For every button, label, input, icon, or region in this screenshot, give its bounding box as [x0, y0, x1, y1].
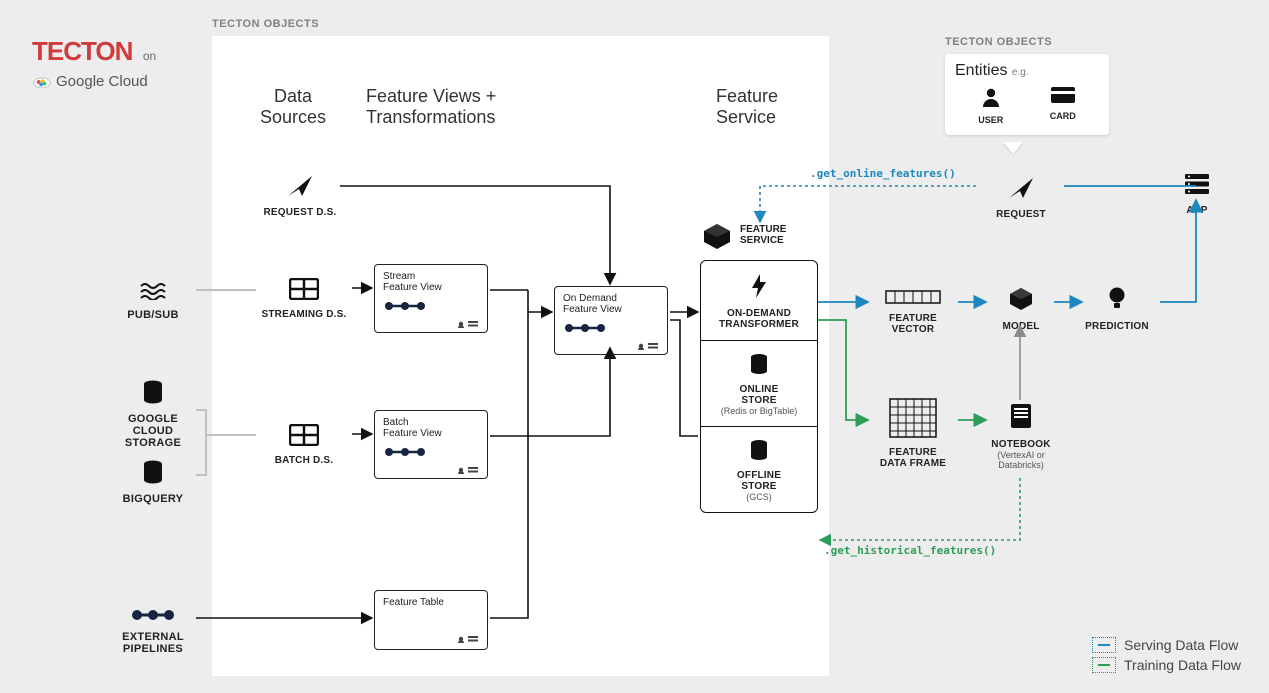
svc-online-store: ONLINE STORE (Redis or BigTable): [701, 341, 817, 427]
ext-pubsub: PUB/SUB: [110, 280, 196, 321]
entities-box: Entities e.g. USER CARD: [945, 54, 1109, 135]
model: MODEL: [976, 286, 1066, 332]
col-data-sources: Data Sources: [248, 86, 338, 128]
entity-user: USER: [978, 86, 1003, 125]
svc-ondemand-transformer: ON-DEMAND TRANSFORMER: [701, 261, 817, 341]
feature-service-box: ON-DEMAND TRANSFORMER ONLINE STORE (Redi…: [700, 260, 818, 513]
app: APP: [1170, 172, 1224, 216]
tecton-objects-label-right: TECTON OBJECTS: [945, 36, 1052, 48]
tecton-logo: TECTON: [32, 36, 132, 67]
svc-offline-store: OFFLINE STORE (GCS): [701, 427, 817, 512]
ext-bigquery: BIGQUERY: [110, 460, 196, 505]
col-feature-views: Feature Views + Transformations: [366, 86, 526, 128]
ds-batch: BATCH D.S.: [256, 424, 352, 466]
request-right: REQUEST: [976, 176, 1066, 220]
legend: Serving Data Flow Training Data Flow: [1092, 633, 1241, 673]
feature-data-frame: FEATURE DATA FRAME: [868, 398, 958, 469]
fv-ondemand: On Demand Feature View: [554, 286, 668, 355]
brand-block: TECTON on Google Cloud: [32, 36, 156, 90]
feature-service-marker: FEATURE SERVICE: [700, 222, 816, 246]
fv-feature-table: Feature Table: [374, 590, 488, 650]
legend-serving: Serving Data Flow: [1092, 637, 1241, 653]
google-cloud-label: Google Cloud: [32, 73, 156, 90]
brand-on: on: [143, 49, 156, 63]
prediction: PREDICTION: [1072, 286, 1162, 332]
fv-stream: Stream Feature View: [374, 264, 488, 333]
entity-card: CARD: [1050, 86, 1076, 125]
method-get-online-features: .get_online_features(): [810, 167, 956, 180]
entities-pointer: [1003, 142, 1023, 154]
ext-gcs: GOOGLE CLOUD STORAGE: [110, 380, 196, 449]
legend-training: Training Data Flow: [1092, 657, 1241, 673]
tecton-objects-label-left: TECTON OBJECTS: [212, 18, 319, 30]
fv-batch: Batch Feature View: [374, 410, 488, 479]
ds-request: REQUEST D.S.: [260, 174, 340, 218]
col-feature-service: Feature Service: [716, 86, 796, 128]
notebook: NOTEBOOK (VertexAI or Databricks): [976, 402, 1066, 470]
ds-streaming: STREAMING D.S.: [256, 278, 352, 320]
feature-vector: FEATURE VECTOR: [868, 290, 958, 335]
ext-external-pipelines: EXTERNAL PIPELINES: [110, 608, 196, 655]
method-get-historical-features: .get_historical_features(): [824, 544, 996, 557]
